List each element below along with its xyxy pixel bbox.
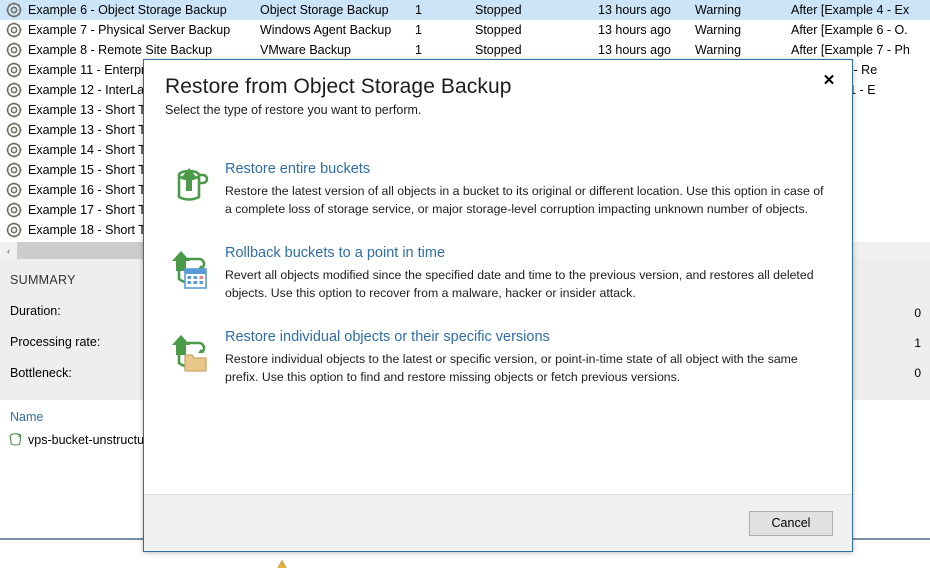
option-rollback-point-in-time[interactable]: Rollback buckets to a point in time Reve… <box>165 243 831 303</box>
table-row[interactable]: Example 7 - Physical Server Backup Window… <box>0 20 930 40</box>
detail-value-1: 1 <box>914 336 921 350</box>
job-last-result: Warning <box>695 23 742 37</box>
job-objects: 1 <box>415 3 422 17</box>
gear-icon <box>6 122 22 138</box>
job-type: Windows Agent Backup <box>260 23 392 37</box>
job-objects: 1 <box>415 23 422 37</box>
dialog-footer: Cancel <box>144 494 852 551</box>
dialog-header: Restore from Object Storage Backup Selec… <box>144 60 852 132</box>
job-type: Object Storage Backup <box>260 3 389 17</box>
detail-value-0: 0 <box>914 306 921 320</box>
table-row[interactable]: Example 8 - Remote Site Backup VMware Bac… <box>0 40 930 60</box>
gear-icon <box>6 222 22 238</box>
gear-icon <box>6 142 22 158</box>
detail-value-2: 0 <box>914 366 921 380</box>
objects-list-item-name: vps-bucket-unstructu <box>28 432 145 447</box>
gear-icon <box>6 102 22 118</box>
gear-icon <box>6 42 22 58</box>
restore-folder-icon <box>172 335 207 372</box>
dialog-title: Restore from Object Storage Backup <box>165 75 512 98</box>
objects-column-header-name[interactable]: Name <box>10 410 43 424</box>
summary-label-duration: Duration: <box>10 304 61 318</box>
cancel-button[interactable]: Cancel <box>749 510 833 536</box>
job-next-run: After [Example 6 - O. <box>791 23 908 37</box>
job-last-run: 13 hours ago <box>598 23 671 37</box>
job-objects: 1 <box>415 43 422 57</box>
gear-icon <box>6 182 22 198</box>
job-status: Stopped <box>475 3 522 17</box>
gear-icon <box>6 22 22 38</box>
table-row[interactable]: Example 6 - Object Storage Backup Object … <box>0 0 930 20</box>
job-name: Example 6 - Object Storage Backup <box>28 3 227 17</box>
objects-list-item[interactable]: vps-bucket-unstructu <box>8 432 144 447</box>
summary-heading: SUMMARY <box>10 273 76 287</box>
gear-icon <box>6 62 22 78</box>
screen: Example 6 - Object Storage Backup Object … <box>0 0 930 568</box>
job-last-result: Warning <box>695 43 742 57</box>
option-title-restore-entire-buckets[interactable]: Restore entire buckets <box>225 161 831 178</box>
job-last-result: Warning <box>695 3 742 17</box>
option-description-restore-individual-objects: Restore individual objects to the latest… <box>225 352 798 385</box>
warning-triangle-icon <box>277 560 287 568</box>
option-restore-entire-buckets[interactable]: Restore entire buckets Restore the lates… <box>165 159 831 219</box>
job-status: Stopped <box>475 23 522 37</box>
dialog-subtitle: Select the type of restore you want to p… <box>165 103 422 118</box>
job-name: Example 8 - Remote Site Backup <box>28 43 213 57</box>
option-title-restore-individual-objects[interactable]: Restore individual objects or their spec… <box>225 329 831 346</box>
job-type: VMware Backup <box>260 43 352 57</box>
job-last-run: 13 hours ago <box>598 43 671 57</box>
option-title-rollback-point-in-time[interactable]: Rollback buckets to a point in time <box>225 245 831 262</box>
summary-panel: SUMMARY Duration: Processing rate: Bottl… <box>0 259 146 400</box>
rollback-calendar-icon <box>172 251 207 289</box>
gear-icon <box>6 162 22 178</box>
scroll-left-arrow-icon[interactable]: ‹ <box>0 242 17 259</box>
job-status: Stopped <box>475 43 522 57</box>
job-next-run: After [Example 7 - Ph <box>791 43 910 57</box>
restore-type-dialog: Restore from Object Storage Backup Selec… <box>143 59 853 552</box>
gear-icon <box>6 202 22 218</box>
restore-bucket-icon <box>177 168 209 201</box>
option-description-rollback-point-in-time: Revert all objects modified since the sp… <box>225 268 814 301</box>
gear-icon <box>6 2 22 18</box>
option-restore-individual-objects[interactable]: Restore individual objects or their spec… <box>165 327 831 387</box>
summary-label-bottleneck: Bottleneck: <box>10 366 72 380</box>
summary-label-processing-rate: Processing rate: <box>10 335 101 349</box>
job-next-run: After [Example 4 - Ex <box>791 3 910 17</box>
close-icon[interactable]: ✕ <box>816 68 842 92</box>
gear-icon <box>6 82 22 98</box>
bucket-icon <box>9 433 22 446</box>
job-name: Example 7 - Physical Server Backup <box>28 23 231 37</box>
dialog-body: Restore entire buckets Restore the lates… <box>144 132 852 494</box>
job-last-run: 13 hours ago <box>598 3 671 17</box>
option-description-restore-entire-buckets: Restore the latest version of all object… <box>225 184 824 217</box>
